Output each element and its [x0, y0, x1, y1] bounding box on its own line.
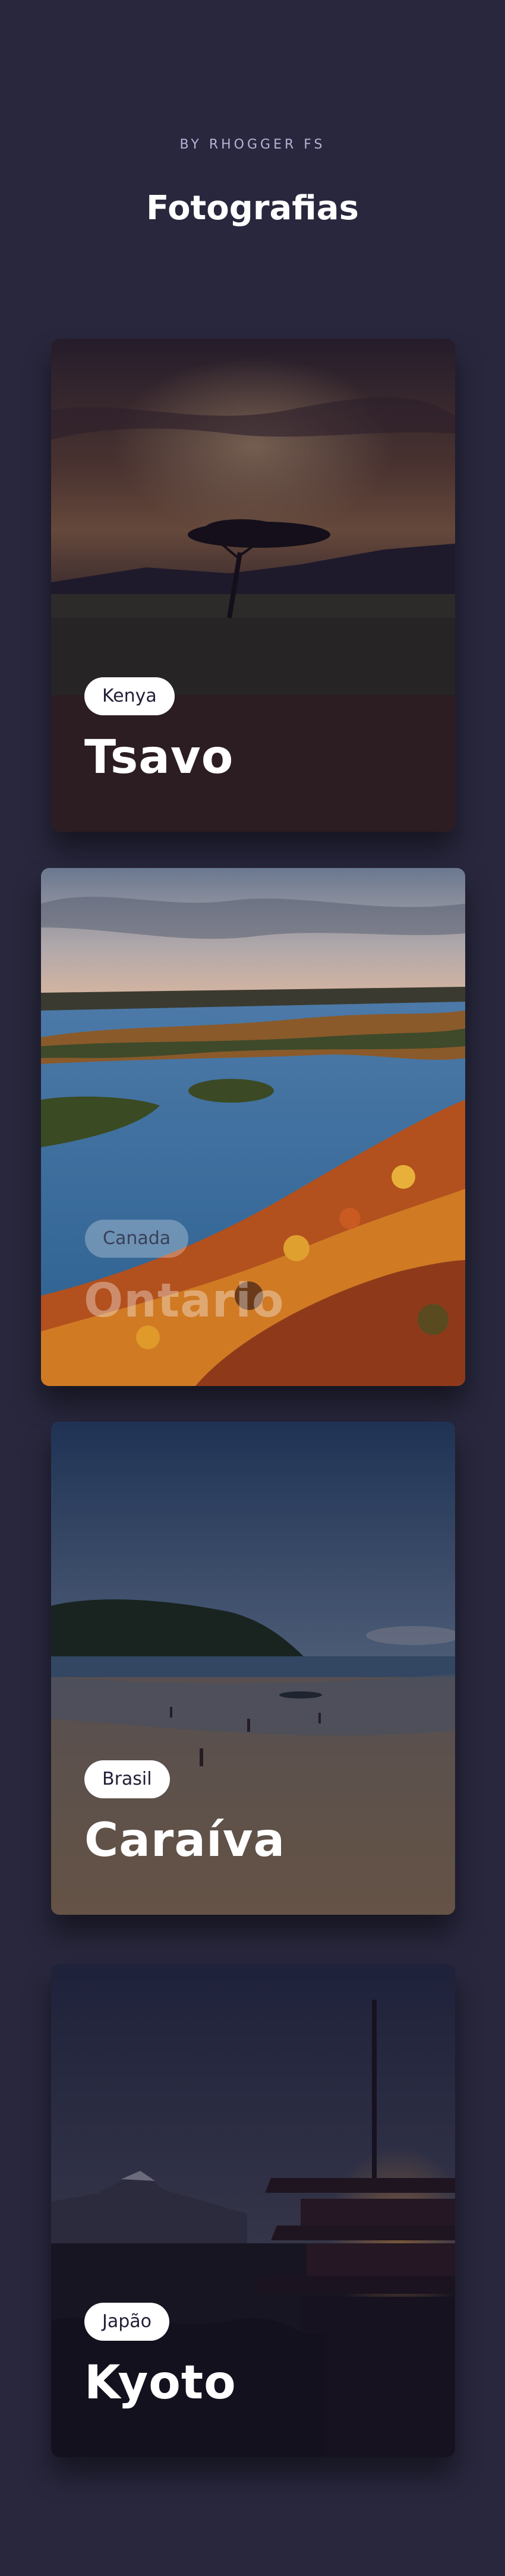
country-tag: Japão: [84, 2303, 170, 2341]
photo-card-tsavo[interactable]: Kenya Tsavo: [51, 339, 455, 832]
photo-card-kyoto[interactable]: Japão Kyoto: [51, 1964, 455, 2457]
country-tag: Kenya: [84, 677, 175, 715]
place-title: Caraíva: [84, 1814, 286, 1867]
country-tag: Brasil: [84, 1760, 170, 1798]
page-title: Fotografias: [146, 189, 359, 228]
place-title: Kyoto: [84, 2356, 236, 2410]
place-title: Ontario: [84, 1274, 285, 1328]
place-title: Tsavo: [84, 731, 234, 784]
byline: BY RHOGGER FS: [179, 137, 326, 152]
country-tag: Canada: [85, 1220, 189, 1258]
photo-card-ontario[interactable]: Canada Ontario: [41, 868, 465, 1386]
photo-card-caraiva[interactable]: Brasil Caraíva: [51, 1422, 455, 1915]
